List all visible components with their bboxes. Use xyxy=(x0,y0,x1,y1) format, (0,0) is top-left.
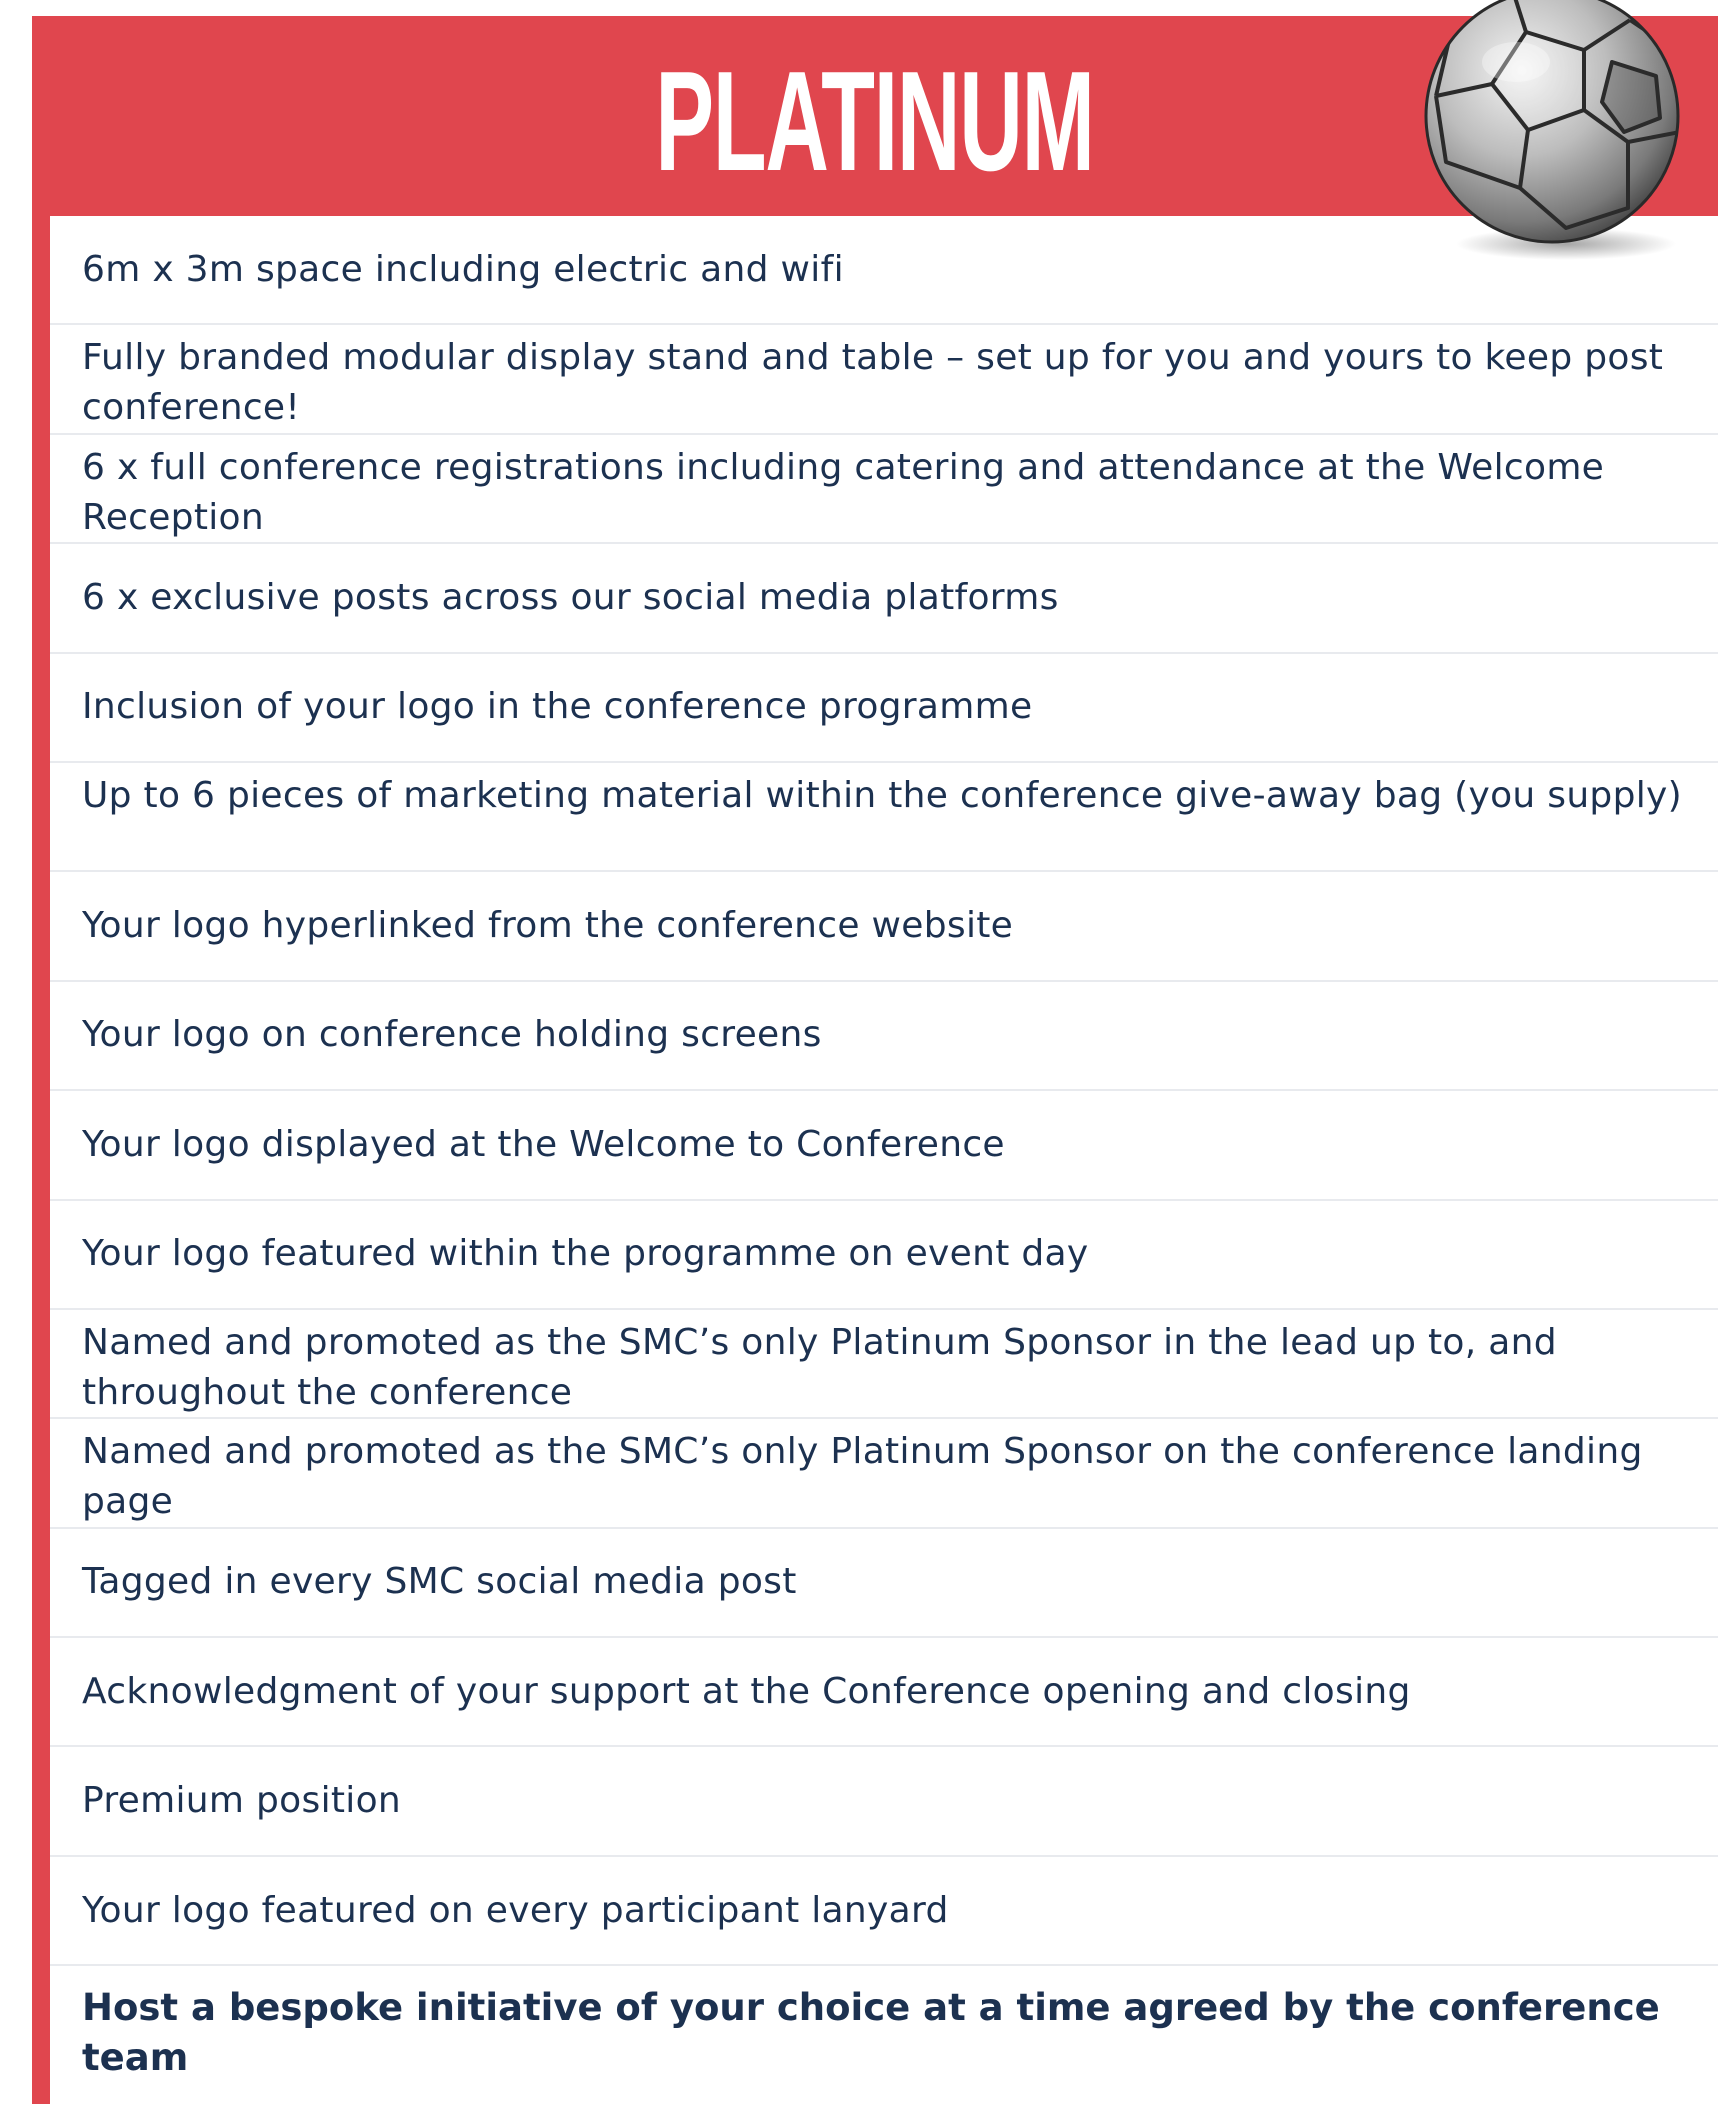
benefit-text: Premium position xyxy=(82,1780,402,1822)
list-item: Inclusion of your logo in the conference… xyxy=(50,654,1718,763)
benefit-text: 6 x full conference registrations includ… xyxy=(82,446,1605,538)
list-item: Your logo hyperlinked from the conferenc… xyxy=(50,872,1718,982)
list-item: Premium position xyxy=(50,1747,1718,1857)
benefits-list: 6m x 3m space including electric and wif… xyxy=(50,216,1718,2104)
benefit-text: Your logo featured within the programme … xyxy=(82,1233,1089,1275)
list-item: Fully branded modular display stand and … xyxy=(50,325,1718,435)
package-title: PLATINUM xyxy=(655,42,1096,201)
list-item: Your logo featured on every participant … xyxy=(50,1857,1718,1967)
list-item: Named and promoted as the SMC’s only Pla… xyxy=(50,1419,1718,1529)
benefit-text: Your logo on conference holding screens xyxy=(82,1014,822,1056)
list-item: Tagged in every SMC social media post xyxy=(50,1529,1718,1639)
benefit-text: Acknowledgment of your support at the Co… xyxy=(82,1670,1411,1712)
benefit-text: Your logo hyperlinked from the conferenc… xyxy=(82,905,1014,947)
soccer-ball-icon xyxy=(1424,0,1680,260)
list-item: 6 x full conference registrations includ… xyxy=(50,435,1718,545)
benefit-text: Named and promoted as the SMC’s only Pla… xyxy=(82,1431,1643,1523)
list-item: Your logo featured within the programme … xyxy=(50,1201,1718,1310)
list-item: Named and promoted as the SMC’s only Pla… xyxy=(50,1310,1718,1420)
list-item: Acknowledgment of your support at the Co… xyxy=(50,1638,1718,1748)
benefit-text: 6m x 3m space including electric and wif… xyxy=(82,248,844,290)
benefit-text: Your logo displayed at the Welcome to Co… xyxy=(82,1123,1005,1165)
platinum-package-card: PLATINUM 6m x 3m space including electri… xyxy=(32,16,1718,2104)
benefit-text: Named and promoted as the SMC’s only Pla… xyxy=(82,1321,1557,1413)
benefit-text: Fully branded modular display stand and … xyxy=(82,337,1664,429)
benefit-text: Host a bespoke initiative of your choice… xyxy=(82,1986,1660,2080)
benefit-text: Tagged in every SMC social media post xyxy=(82,1561,797,1603)
list-item: Your logo displayed at the Welcome to Co… xyxy=(50,1091,1718,1201)
list-item: Up to 6 pieces of marketing material wit… xyxy=(50,763,1718,873)
benefit-text: 6 x exclusive posts across our social me… xyxy=(82,576,1059,618)
benefit-text: Inclusion of your logo in the conference… xyxy=(82,686,1033,728)
list-item-highlight: Host a bespoke initiative of your choice… xyxy=(50,1966,1718,2100)
list-item: 6 x exclusive posts across our social me… xyxy=(50,544,1718,654)
benefit-text: Your logo featured on every participant … xyxy=(82,1889,949,1931)
benefit-text: Up to 6 pieces of marketing material wit… xyxy=(82,774,1682,816)
list-item: Your logo on conference holding screens xyxy=(50,982,1718,1092)
